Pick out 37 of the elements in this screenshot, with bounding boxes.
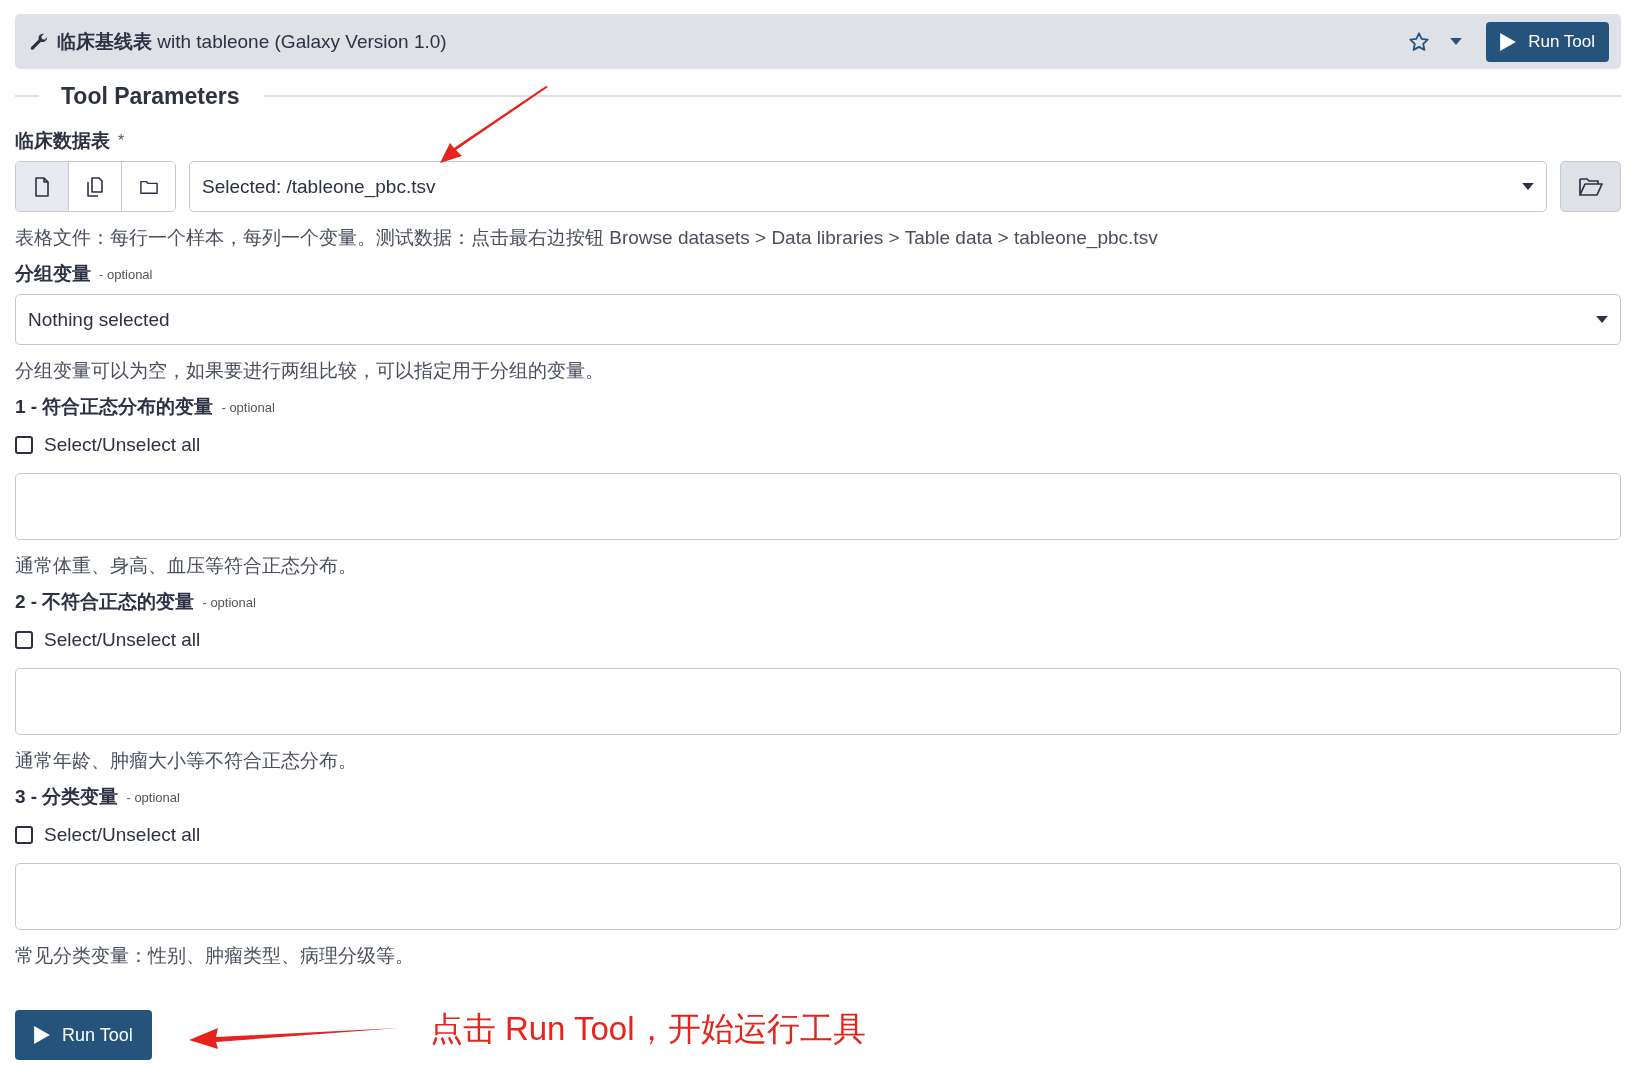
caret-icon[interactable]	[1450, 38, 1463, 45]
parameter-label: 1 - 符合正态分布的变量	[15, 395, 214, 419]
run-tool-button[interactable]: Run Tool	[1486, 21, 1609, 62]
help-text: 通常体重、身高、血压等符合正态分布。	[15, 554, 358, 578]
play-icon	[34, 1026, 50, 1044]
help-text: 常见分类变量：性别、肿瘤类型、病理分级等。	[15, 944, 415, 968]
select-all-checkbox[interactable]: Select/Unselect all	[15, 815, 201, 855]
help-text: 表格文件：每行一个样本，每列一个变量。测试数据：点击最右边按钮 Browse datasets > Data libraries > Table data > tableone_pbc.tsv	[15, 226, 1159, 251]
required-mark: *	[118, 132, 125, 150]
file-icon	[33, 176, 51, 197]
help-text: 通常年龄、肿瘤大小等不符合正态分布。	[15, 749, 358, 773]
copy-icon	[86, 176, 104, 197]
group-select[interactable]: Nothing selected	[15, 294, 1621, 345]
run-tool-button[interactable]: Run Tool	[15, 1010, 152, 1060]
source-toggle[interactable]	[16, 162, 69, 211]
select-all-checkbox[interactable]: Select/Unselect all	[15, 425, 201, 465]
select-all-checkbox[interactable]: Select/Unselect all	[15, 620, 201, 660]
help-text: 分组变量可以为空，如果要进行两组比较，可以指定用于分组的变量。	[15, 359, 605, 383]
optional-note: - optional	[99, 266, 153, 282]
parameter-label: 2 - 不符合正态的变量	[15, 590, 195, 614]
dataset-select[interactable]: Selected: /tableone_pbc.tsv	[189, 161, 1547, 212]
caret-icon	[1596, 316, 1608, 323]
parameter-label: 3 - 分类变量	[15, 785, 119, 809]
play-icon	[1500, 32, 1517, 51]
annotation-text: 点击 Run Tool，开始运行工具	[429, 1008, 866, 1049]
tool-title: 临床基线表 with tableone (Galaxy Version 1.0)	[57, 29, 448, 54]
star-icon[interactable]	[1408, 30, 1431, 53]
optional-note: - optional	[202, 594, 256, 610]
optional-note: - optional	[221, 399, 275, 415]
parameter-label: 分组变量	[15, 262, 91, 286]
section-title: Tool Parameters	[60, 82, 241, 110]
caret-icon	[1522, 183, 1534, 190]
browse-datasets-button[interactable]	[1560, 161, 1621, 212]
parameter-label: 临床数据表	[15, 129, 110, 153]
optional-note: - optional	[126, 789, 180, 805]
folder-icon	[1578, 177, 1603, 196]
wrench-icon	[29, 31, 49, 52]
